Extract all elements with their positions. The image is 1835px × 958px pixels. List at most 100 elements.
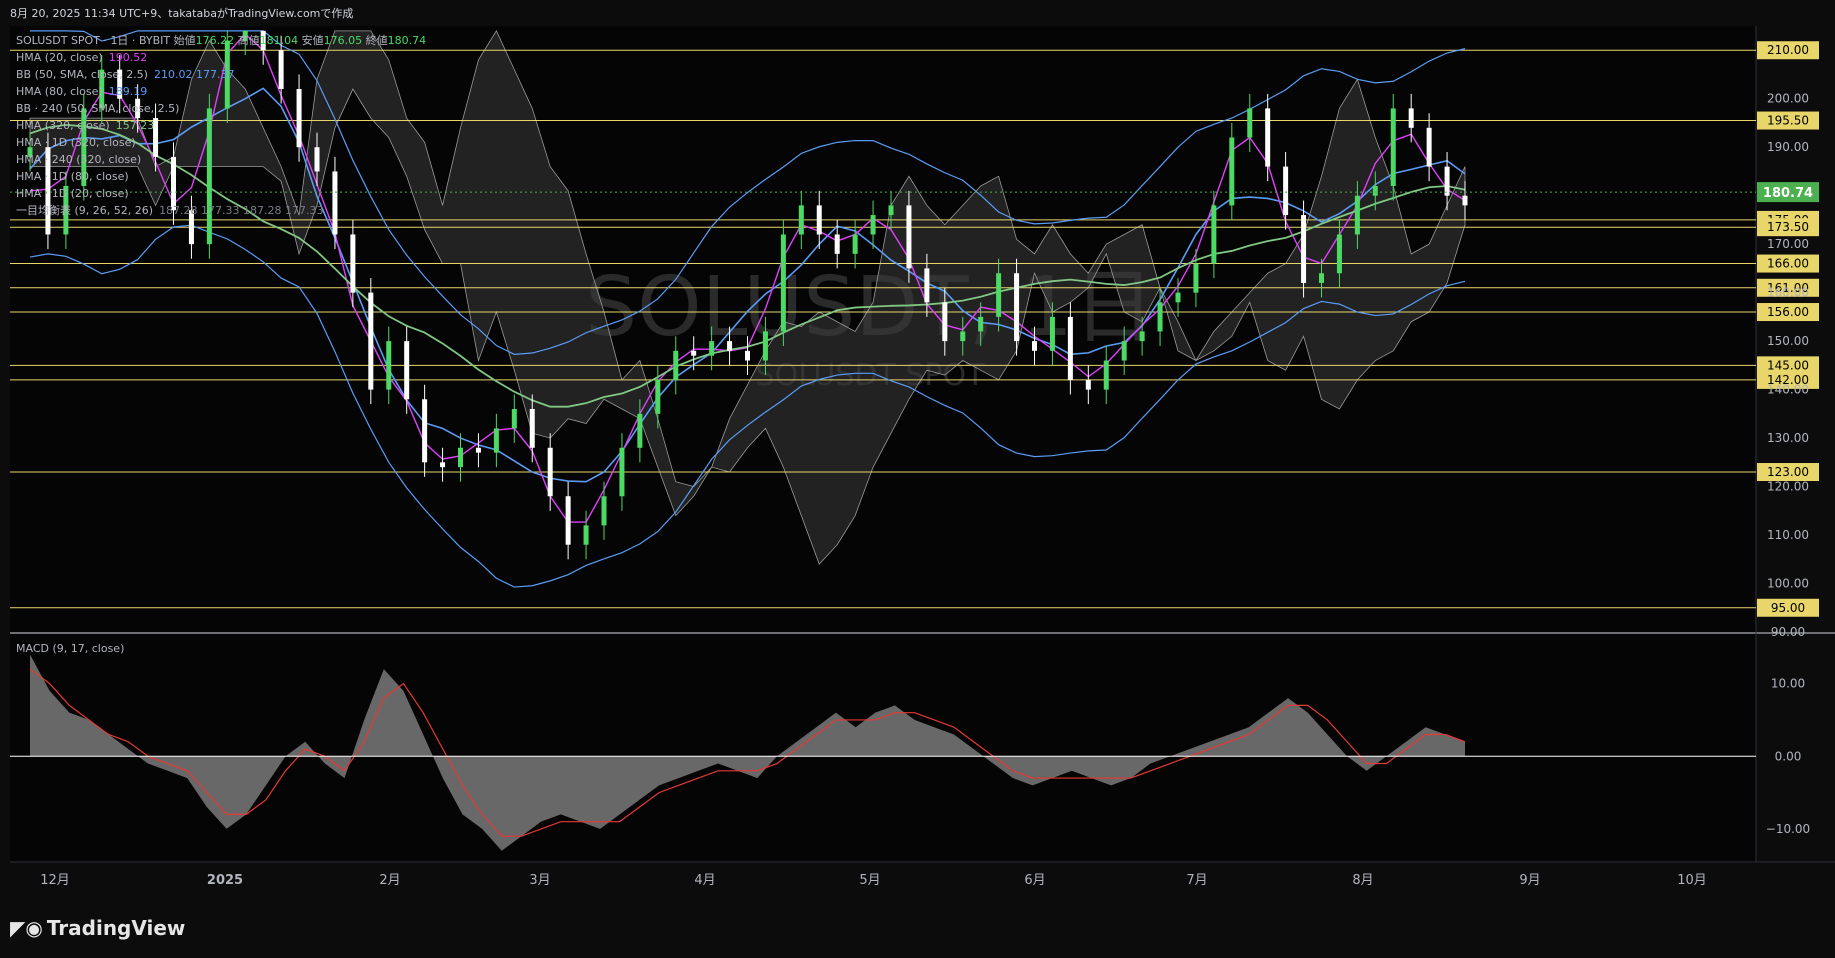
candle-body	[852, 234, 858, 254]
candle-body	[1157, 302, 1163, 332]
level-label: 156.00	[1767, 305, 1809, 319]
candle-body	[1193, 263, 1199, 293]
price-tick-label: 160.00	[1767, 286, 1809, 300]
indicator-label: HMA · 240 (320, close)	[16, 153, 142, 166]
indicator-legend: SOLUSDT SPOT · 1日 · BYBIT 始値176.22 高値181…	[16, 32, 426, 219]
price-tick-label: 170.00	[1767, 237, 1809, 251]
candle-body	[1462, 195, 1468, 206]
candle-body	[1014, 273, 1020, 342]
tradingview-logo[interactable]: ◤◉ TradingView	[10, 916, 185, 940]
candle-body	[475, 447, 481, 453]
candle-body	[511, 408, 517, 429]
price-tick-label: 100.00	[1767, 577, 1809, 591]
indicator-row[interactable]: BB (50, SMA, close, 2.5) 210.02 177.37	[16, 66, 426, 83]
indicator-row[interactable]: HMA · 1D (20, close)	[16, 185, 426, 202]
indicator-value: 210.02 177.37	[153, 68, 235, 81]
candle-body	[745, 350, 750, 361]
candle-body	[547, 447, 553, 497]
candle-body	[727, 341, 733, 351]
time-tick-label: 3月	[529, 873, 550, 888]
indicator-label: HMA · 1D (20, close)	[16, 187, 129, 200]
candle-body	[1426, 127, 1432, 167]
macd-label[interactable]: MACD (9, 17, close)	[16, 642, 124, 655]
time-tick-label: 2025	[207, 873, 243, 888]
candle-body	[1319, 273, 1324, 283]
candle-body	[368, 292, 374, 390]
candle-body	[601, 496, 607, 526]
level-label: 145.00	[1767, 358, 1809, 372]
candle-body	[996, 273, 1002, 317]
candle-body	[565, 496, 571, 545]
candle-body	[1390, 108, 1396, 186]
timeframe: 1日	[110, 34, 129, 47]
brand-name: TradingView	[46, 916, 186, 940]
indicator-row[interactable]: 一目均衡表 (9, 26, 52, 26) 187.28 177.33 187.2…	[16, 202, 426, 219]
candle-body	[1085, 379, 1091, 390]
symbol-row[interactable]: SOLUSDT SPOT · 1日 · BYBIT 始値176.22 高値181…	[16, 32, 426, 49]
indicator-value: 189.19	[108, 85, 148, 98]
time-tick-label: 7月	[1186, 873, 1207, 888]
indicator-label: HMA (80, close)	[16, 85, 103, 98]
price-tick-label: 110.00	[1767, 528, 1809, 542]
low-label: 安値	[301, 34, 324, 47]
indicator-value: 157.23	[115, 119, 155, 132]
price-tick-label: 130.00	[1767, 431, 1809, 445]
candle-body	[870, 215, 876, 235]
candle-body	[762, 331, 768, 361]
candle-body	[1336, 234, 1342, 274]
indicator-row[interactable]: BB · 240 (50, SMA, close, 2.5)	[16, 100, 426, 117]
indicator-label: HMA · 1D (320, close)	[16, 136, 136, 149]
low-value: 176.05	[323, 34, 363, 47]
indicator-row[interactable]: HMA · 1D (320, close)	[16, 134, 426, 151]
candle-body	[440, 462, 446, 468]
macd-tick-label: 10.00	[1771, 677, 1805, 691]
candle-body	[924, 268, 930, 303]
indicator-label: HMA · 1D (80, close)	[16, 170, 129, 183]
indicator-row[interactable]: HMA (80, close) 189.19	[16, 83, 426, 100]
candle-body	[709, 341, 715, 356]
level-label: 173.50	[1767, 220, 1809, 234]
candle-body	[529, 408, 535, 448]
candle-body	[1247, 108, 1253, 138]
candle-body	[1211, 205, 1217, 264]
candle-body	[1444, 166, 1450, 196]
candle-body	[1283, 166, 1289, 216]
macd-tick-label: −10.00	[1766, 822, 1810, 836]
indicator-label: BB (50, SMA, close, 2.5)	[16, 68, 148, 81]
candle-body	[1301, 215, 1307, 283]
candle-body	[1121, 341, 1127, 361]
indicator-row[interactable]: HMA (320, close) 157.23	[16, 117, 426, 134]
price-tick-label: 90.00	[1771, 625, 1805, 639]
indicator-label: BB · 240 (50, SMA, close, 2.5)	[16, 102, 180, 115]
level-label: 195.50	[1767, 114, 1809, 128]
candle-body	[960, 331, 966, 342]
time-tick-label: 5月	[859, 873, 880, 888]
candle-body	[1049, 316, 1055, 351]
close-value: 180.74	[387, 34, 427, 47]
time-tick-label: 6月	[1024, 873, 1045, 888]
macd-tick-label: 0.00	[1775, 749, 1802, 763]
price-tick-label: 190.00	[1767, 140, 1809, 154]
open-value: 176.22	[195, 34, 235, 47]
time-tick-label: 8月	[1352, 873, 1373, 888]
candle-body	[906, 205, 912, 269]
candle-body	[386, 341, 392, 390]
high-value: 181.04	[259, 34, 299, 47]
candle-body	[834, 234, 840, 254]
candle-body	[1067, 316, 1073, 380]
indicator-row[interactable]: HMA (20, close) 190.52	[16, 49, 426, 66]
candle-body	[888, 205, 894, 216]
candle-body	[673, 350, 679, 380]
candle-body	[942, 302, 948, 342]
indicator-label: HMA (320, close)	[16, 119, 110, 132]
candle-body	[1032, 341, 1037, 351]
level-label: 166.00	[1767, 257, 1809, 271]
candle-body	[619, 447, 625, 497]
indicator-row[interactable]: HMA · 240 (320, close)	[16, 151, 426, 168]
candle-body	[1372, 185, 1378, 196]
candle-body	[798, 205, 804, 235]
last-price-label: 180.74	[1763, 186, 1813, 201]
symbol-name: SOLUSDT SPOT	[16, 34, 100, 47]
indicator-row[interactable]: HMA · 1D (80, close)	[16, 168, 426, 185]
time-tick-label: 10月	[1677, 873, 1707, 888]
